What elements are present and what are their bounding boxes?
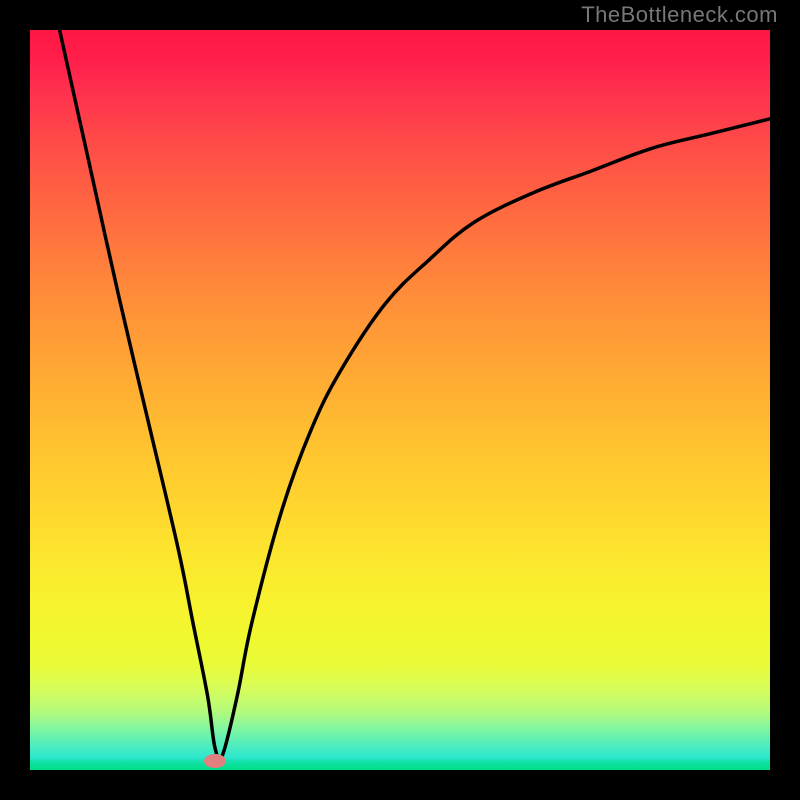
chart-frame: TheBottleneck.com: [0, 0, 800, 800]
watermark-text: TheBottleneck.com: [581, 2, 778, 28]
chart-plot-area: [30, 30, 770, 770]
gradient-bottom-band: [30, 758, 770, 770]
bottleneck-curve-svg: [30, 30, 770, 770]
bottleneck-curve-path: [60, 30, 770, 760]
curve-minimum-marker: [204, 754, 226, 768]
